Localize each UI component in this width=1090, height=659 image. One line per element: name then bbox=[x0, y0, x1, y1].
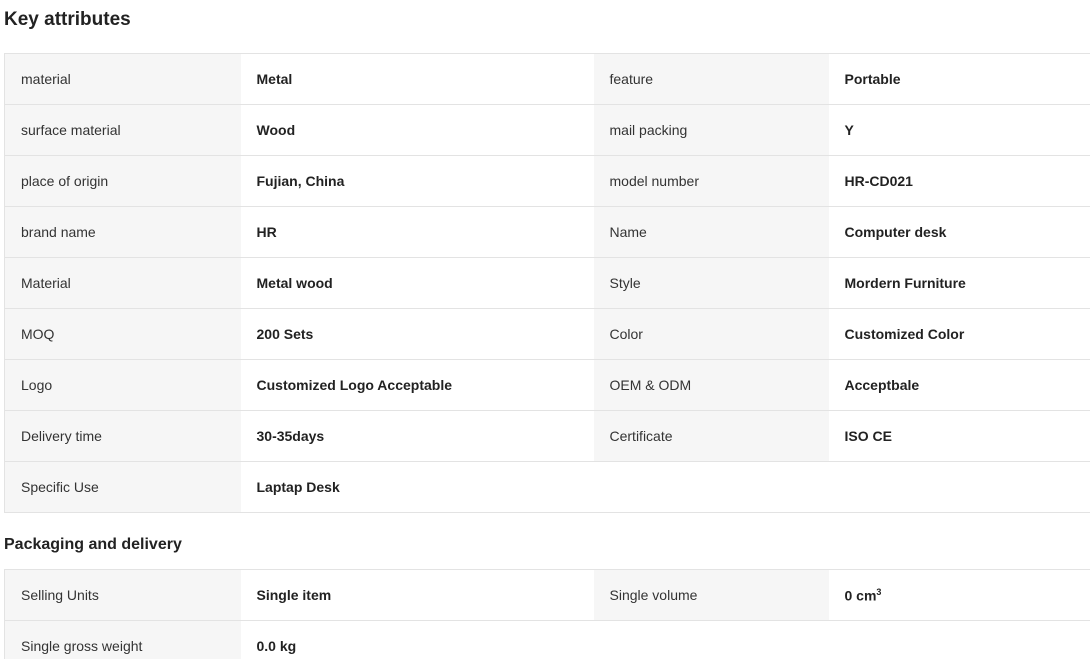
attribute-value: 30-35days bbox=[240, 410, 594, 462]
attribute-value: Metal wood bbox=[240, 257, 594, 309]
attribute-label: Single volume bbox=[593, 569, 829, 621]
packaging-delivery-table: Selling Units Single item Single volume … bbox=[4, 569, 1090, 659]
attribute-value: Customized Color bbox=[828, 308, 1090, 360]
single-volume-value: 0 cm3 bbox=[828, 569, 1090, 621]
table-row: Selling Units Single item Single volume … bbox=[4, 569, 1090, 621]
attribute-value: HR bbox=[240, 206, 594, 258]
table-row: Specific Use Laptap Desk bbox=[4, 461, 1090, 513]
attribute-label: Name bbox=[593, 206, 829, 258]
attribute-label: surface material bbox=[4, 104, 241, 156]
table-row: brand name HR Name Computer desk bbox=[4, 206, 1090, 258]
attribute-value: Mordern Furniture bbox=[828, 257, 1090, 309]
attribute-label: place of origin bbox=[4, 155, 241, 207]
table-row: MOQ 200 Sets Color Customized Color bbox=[4, 308, 1090, 360]
table-row: Delivery time 30-35days Certificate ISO … bbox=[4, 410, 1090, 462]
attribute-label: mail packing bbox=[593, 104, 829, 156]
attribute-value: HR-CD021 bbox=[828, 155, 1090, 207]
volume-unit-exponent: 3 bbox=[876, 586, 882, 597]
attribute-label: Material bbox=[4, 257, 241, 309]
attribute-value: ISO CE bbox=[828, 410, 1090, 462]
attribute-label: Logo bbox=[4, 359, 241, 411]
attribute-value: Customized Logo Acceptable bbox=[240, 359, 594, 411]
volume-number: 0 cm bbox=[844, 587, 877, 604]
attribute-label: Single gross weight bbox=[4, 620, 241, 659]
product-attributes-page: Key attributes material Metal feature Po… bbox=[0, 0, 1090, 659]
attribute-label: material bbox=[4, 53, 241, 105]
attribute-label: Certificate bbox=[593, 410, 829, 462]
attribute-label: MOQ bbox=[4, 308, 241, 360]
attribute-value: Acceptbale bbox=[828, 359, 1090, 411]
attribute-label: Color bbox=[593, 308, 829, 360]
empty-cell bbox=[828, 620, 1090, 659]
packaging-delivery-title: Packaging and delivery bbox=[4, 536, 182, 553]
table-row: Material Metal wood Style Mordern Furnit… bbox=[4, 257, 1090, 309]
attribute-value: Wood bbox=[240, 104, 594, 156]
attribute-label: Specific Use bbox=[4, 461, 241, 513]
empty-cell bbox=[593, 620, 829, 659]
attribute-label: Style bbox=[593, 257, 829, 309]
table-row: Single gross weight 0.0 kg bbox=[4, 620, 1090, 659]
table-row: material Metal feature Portable bbox=[4, 53, 1090, 105]
key-attributes-title: Key attributes bbox=[4, 9, 131, 30]
attribute-label: Selling Units bbox=[4, 569, 241, 621]
attribute-value: Metal bbox=[240, 53, 594, 105]
table-row: place of origin Fujian, China model numb… bbox=[4, 155, 1090, 207]
attribute-label: model number bbox=[593, 155, 829, 207]
attribute-value: 0.0 kg bbox=[240, 620, 594, 659]
attribute-value: Portable bbox=[828, 53, 1090, 105]
attribute-value: Y bbox=[828, 104, 1090, 156]
attribute-value: Single item bbox=[240, 569, 594, 621]
attribute-label: feature bbox=[593, 53, 829, 105]
key-attributes-table: material Metal feature Portable surface … bbox=[4, 53, 1090, 513]
attribute-label: Delivery time bbox=[4, 410, 241, 462]
empty-cell bbox=[828, 461, 1090, 513]
table-row: surface material Wood mail packing Y bbox=[4, 104, 1090, 156]
attribute-value: Computer desk bbox=[828, 206, 1090, 258]
table-row: Logo Customized Logo Acceptable OEM & OD… bbox=[4, 359, 1090, 411]
empty-cell bbox=[593, 461, 829, 513]
attribute-label: brand name bbox=[4, 206, 241, 258]
attribute-value: 200 Sets bbox=[240, 308, 594, 360]
attribute-value: Fujian, China bbox=[240, 155, 594, 207]
attribute-label: OEM & ODM bbox=[593, 359, 829, 411]
attribute-value: Laptap Desk bbox=[240, 461, 594, 513]
